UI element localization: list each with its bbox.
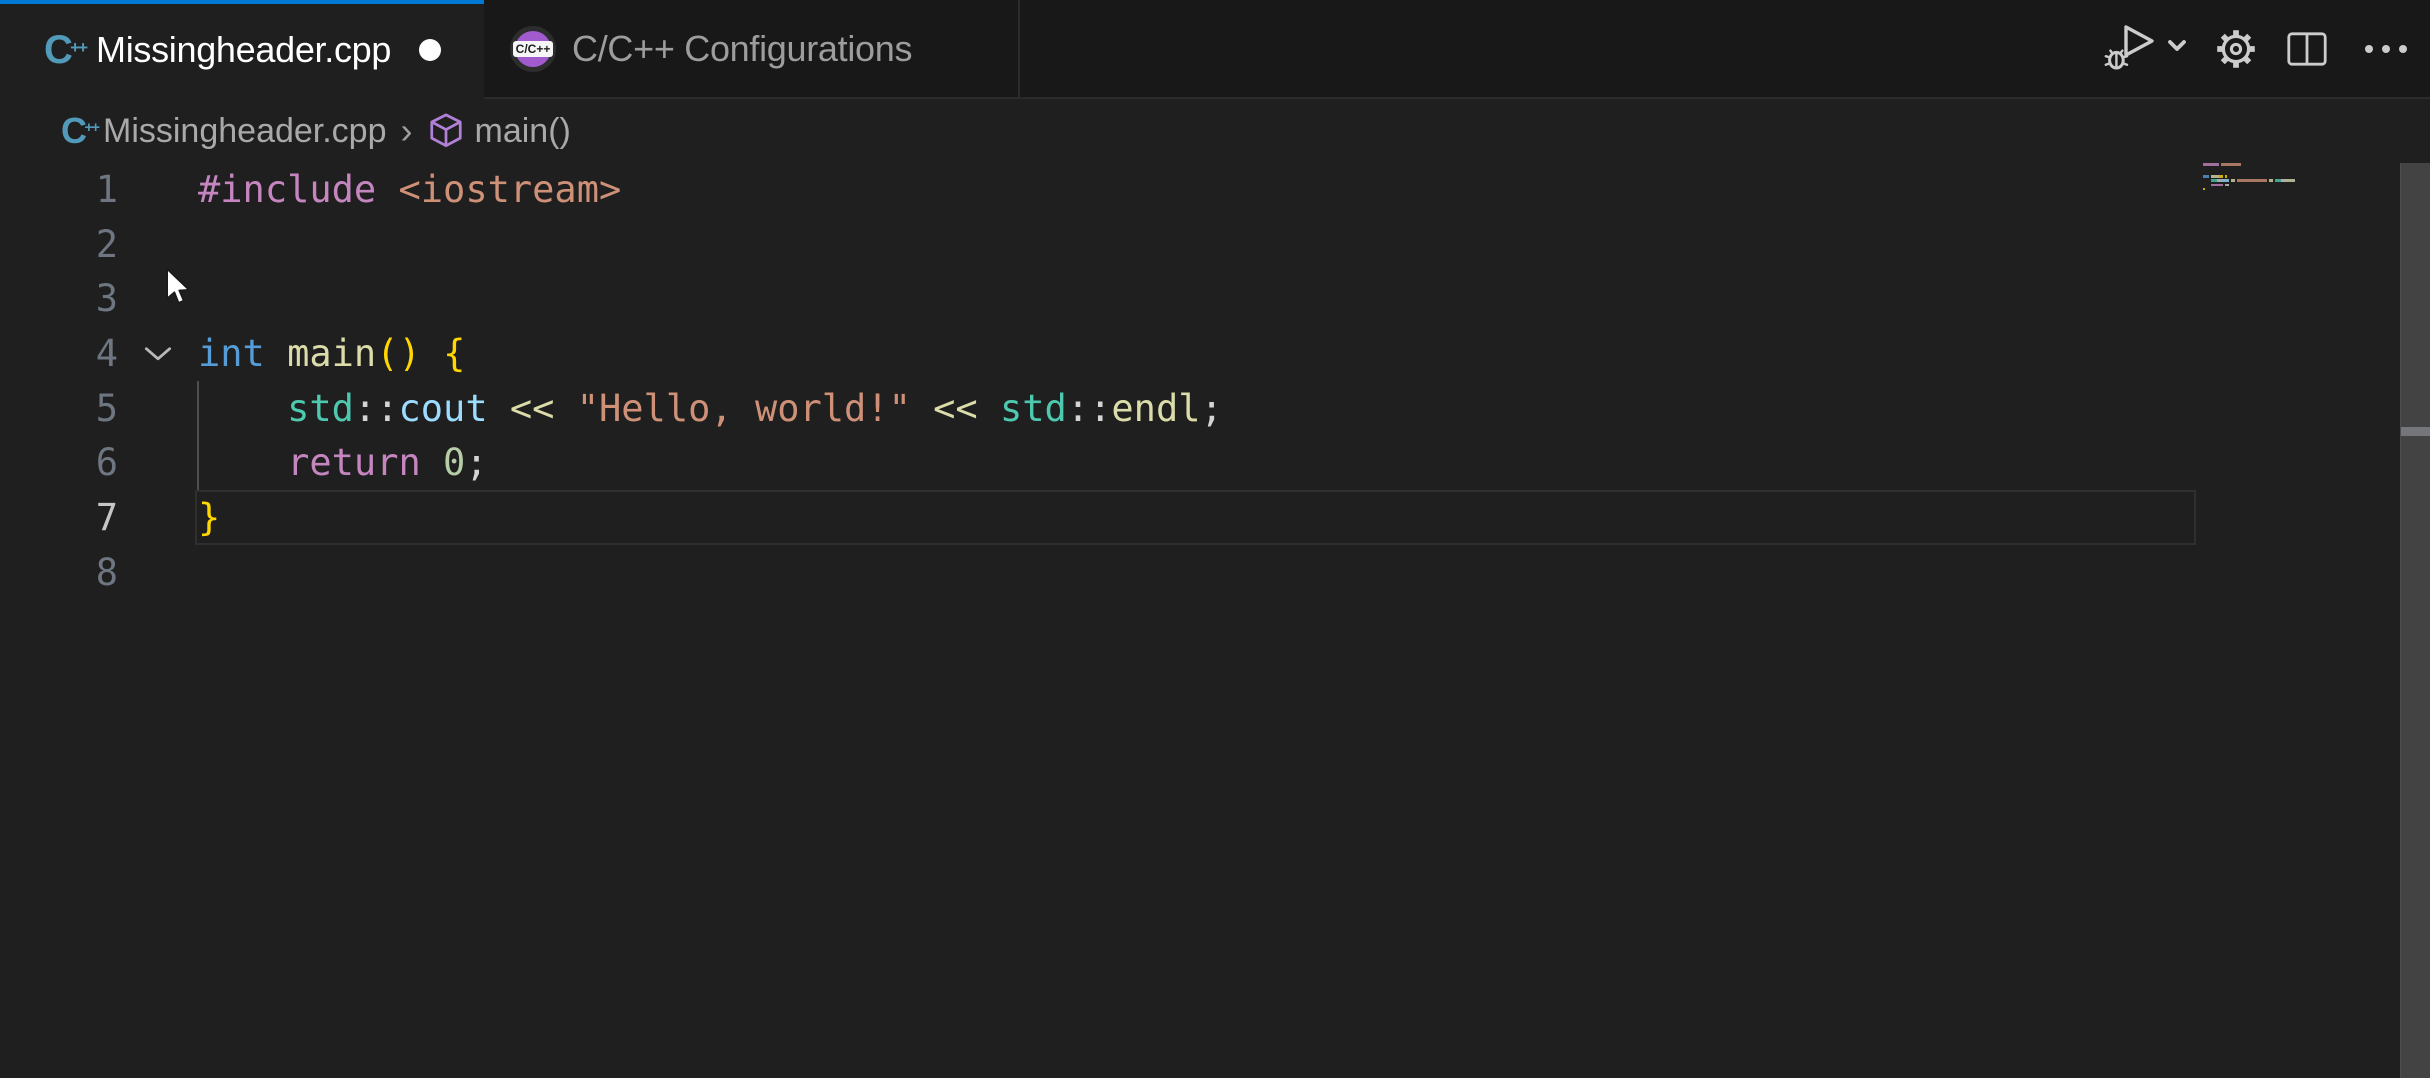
code-line-4[interactable]: 4 int main() { <box>0 326 2430 381</box>
breadcrumb-item-file[interactable]: C ++ Missingheader.cpp <box>61 111 387 151</box>
code-text: } <box>198 496 220 539</box>
minimap-line <box>2203 184 2400 187</box>
line-number[interactable]: 1 <box>0 168 118 211</box>
code-line-1[interactable]: 1 #include <iostream> <box>0 162 2430 217</box>
tab-label: Missingheader.cpp <box>96 29 391 71</box>
debug-run-icon <box>2104 23 2196 75</box>
code-line-5[interactable]: 5 std::cout << "Hello, world!" << std::e… <box>0 381 2430 436</box>
breadcrumb-file-label: Missingheader.cpp <box>103 112 387 151</box>
tab-cpp-configurations[interactable]: C/C++ C/C++ Configurations <box>484 0 1020 97</box>
tab-missingheader[interactable]: C ++ Missingheader.cpp <box>0 0 484 100</box>
editor-code-area[interactable]: 1 #include <iostream> 2 3 4 int main() { 5 std… <box>0 162 2430 600</box>
minimap[interactable] <box>2203 163 2400 223</box>
line-number[interactable]: 2 <box>0 223 118 266</box>
line-number[interactable]: 3 <box>0 277 118 320</box>
code-text: std::cout << "Hello, world!" << std::end… <box>198 387 1223 430</box>
chevron-right-icon: › <box>401 110 413 152</box>
code-line-8[interactable]: 8 <box>0 545 2430 600</box>
fold-chevron-icon[interactable] <box>118 345 198 362</box>
line-number[interactable]: 5 <box>0 387 118 430</box>
more-actions-button[interactable] <box>2342 43 2430 55</box>
code-text: int main() { <box>198 332 465 375</box>
code-line-2[interactable]: 2 <box>0 217 2430 272</box>
cpp-extension-badge: C/C++ <box>513 41 554 57</box>
current-line-highlight <box>195 490 2196 545</box>
split-editor-button[interactable] <box>2272 32 2342 66</box>
line-number[interactable]: 6 <box>0 441 118 484</box>
code-line-3[interactable]: 3 <box>0 271 2430 326</box>
breadcrumb-symbol-label: main() <box>475 112 571 151</box>
cpp-extension-icon: C/C++ <box>510 26 556 72</box>
editor-actions <box>2100 0 2430 97</box>
line-number[interactable]: 8 <box>0 551 118 594</box>
active-tab-indicator <box>0 0 484 4</box>
code-line-6[interactable]: 6 return 0; <box>0 435 2430 490</box>
breadcrumb: C ++ Missingheader.cpp › main() <box>0 100 2430 162</box>
cpp-icon-letter: C <box>44 28 73 72</box>
vscode-editor-window: C ++ Missingheader.cpp C/C++ C/C++ Confi… <box>0 0 2430 1078</box>
scrollbar-slider[interactable] <box>2401 427 2430 436</box>
minimap-line <box>2203 163 2400 166</box>
tab-bar: C ++ Missingheader.cpp C/C++ C/C++ Confi… <box>0 0 2430 97</box>
cpp-file-icon: C ++ <box>44 28 78 72</box>
minimap-line <box>2203 175 2400 178</box>
scrollbar[interactable] <box>2400 163 2430 1078</box>
tab-label: C/C++ Configurations <box>572 28 912 70</box>
code-text: return 0; <box>198 441 488 484</box>
tabbar-bottom-border <box>484 97 2430 99</box>
code-text: #include <iostream> <box>198 168 621 211</box>
settings-button[interactable] <box>2200 26 2272 72</box>
line-number[interactable]: 4 <box>0 332 118 375</box>
split-editor-icon <box>2287 32 2327 66</box>
code-line-7[interactable]: 7} <box>0 490 2430 545</box>
minimap-line <box>2203 188 2400 191</box>
cpp-file-icon: C ++ <box>61 111 91 151</box>
gear-icon <box>2213 26 2259 72</box>
modified-dot-icon[interactable] <box>419 39 441 61</box>
cpp-icon-plus: ++ <box>70 38 86 58</box>
run-or-debug-button[interactable] <box>2100 23 2200 75</box>
breadcrumb-item-symbol[interactable]: main() <box>427 112 571 151</box>
line-number[interactable]: 7 <box>0 496 118 539</box>
ellipsis-icon <box>2363 43 2409 55</box>
symbol-method-icon <box>427 112 465 150</box>
minimap-line <box>2203 179 2400 182</box>
